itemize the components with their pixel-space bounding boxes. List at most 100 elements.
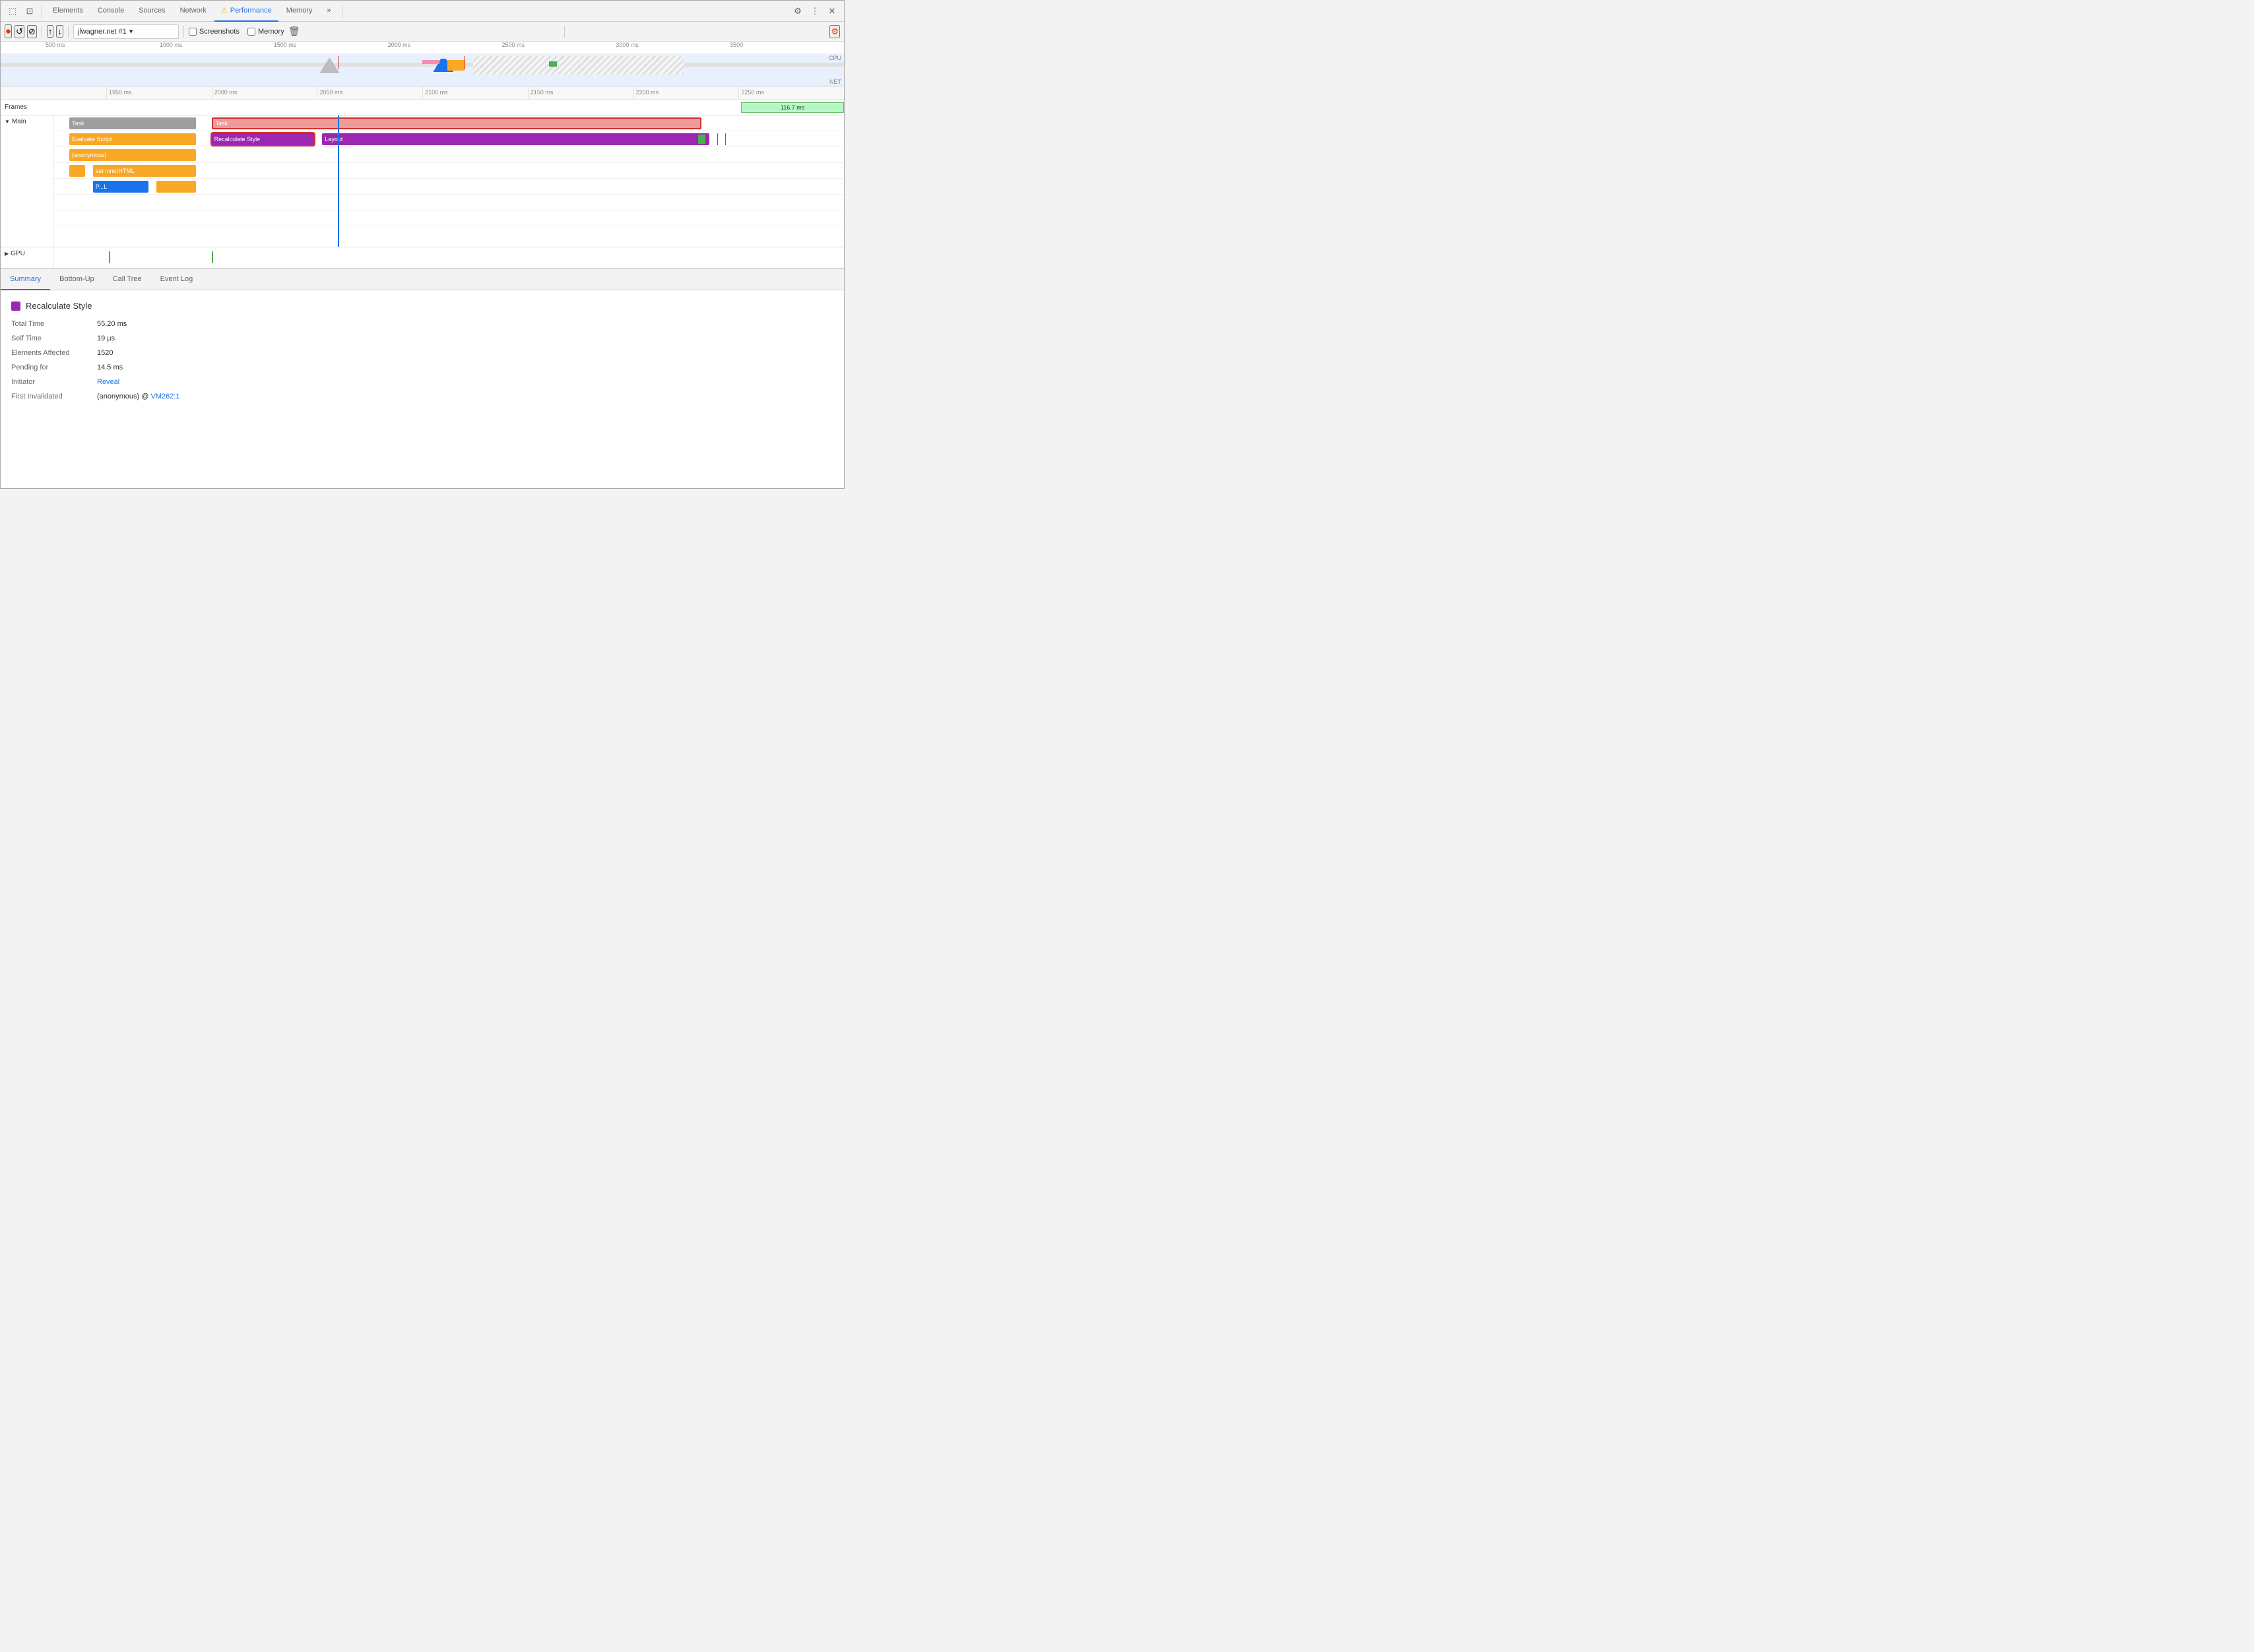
pl-block[interactable]: P...L <box>93 181 148 193</box>
reload-record-button[interactable]: ↺ <box>15 25 24 38</box>
ruler-tick-4: 2500 ms <box>501 42 616 48</box>
evaluate-script-block[interactable]: Evaluate Script <box>69 133 196 145</box>
anonymous-block[interactable]: (anonymous) <box>69 149 196 161</box>
gpu-label[interactable]: ▶ GPU <box>1 247 53 257</box>
devtools-navbar: ⬚ ⊡ Elements Console Sources Network ⚠ P… <box>1 1 844 22</box>
toolbar-sep-4 <box>564 26 565 38</box>
initiator-reveal-link[interactable]: Reveal <box>97 378 119 386</box>
gpu-tracks <box>53 247 844 268</box>
reload-icon: ↺ <box>16 26 23 36</box>
layout-block[interactable]: Layout <box>322 133 709 145</box>
section-tracks: Task Task Evaluate Script Recalculate St… <box>53 115 844 247</box>
settings-button[interactable]: ⚙ <box>790 3 806 19</box>
track-row-3: set innerHTML <box>53 163 844 179</box>
elements-affected-row: Elements Affected 1520 <box>11 349 833 357</box>
task-block-1[interactable]: Task <box>69 117 196 129</box>
ruler-label-4: 2150 ms <box>528 86 633 99</box>
tab-network[interactable]: Network <box>174 1 213 22</box>
screenshots-label: Screenshots <box>199 28 240 36</box>
frame-block[interactable]: 116.7 ms <box>741 102 844 113</box>
tab-elements[interactable]: Elements <box>46 1 90 22</box>
frames-label: Frames <box>1 104 53 111</box>
small-yellow-block[interactable] <box>69 165 85 177</box>
delete-recording-button[interactable]: 🗑 <box>287 24 302 39</box>
ruler-label-3: 2100 ms <box>422 86 528 99</box>
collapse-icon: ▼ <box>5 119 10 125</box>
tab-performance-label: Performance <box>230 7 272 15</box>
target-url: jlwagner.net #1 <box>78 28 127 36</box>
ruler-tick-0: 500 ms <box>46 42 160 48</box>
target-selector[interactable]: jlwagner.net #1 ▾ <box>73 24 179 39</box>
first-invalidated-val: (anonymous) @ VM262:1 <box>97 393 180 400</box>
tab-sources[interactable]: Sources <box>132 1 172 22</box>
tab-event-log[interactable]: Event Log <box>151 269 203 290</box>
gpu-expand-icon: ▶ <box>5 251 9 257</box>
gpu-label-text: GPU <box>11 250 25 257</box>
overview-content[interactable]: CPU NET <box>1 53 844 86</box>
memory-checkbox[interactable] <box>247 28 255 36</box>
record-button[interactable]: ⏺ <box>5 24 12 38</box>
self-time-row: Self Time 19 μs <box>11 334 833 342</box>
close-button[interactable]: ✕ <box>824 3 840 19</box>
tab-bottom-up[interactable]: Bottom-Up <box>50 269 104 290</box>
initiator-key: Initiator <box>11 378 97 386</box>
self-time-key: Self Time <box>11 334 97 342</box>
initiator-row: Initiator Reveal <box>11 378 833 386</box>
ruler-tick-1: 1000 ms <box>160 42 274 48</box>
detail-timeline: 1950 ms 2000 ms 2050 ms 2100 ms 2150 ms … <box>1 86 844 269</box>
screenshots-checkbox[interactable] <box>189 28 197 36</box>
cpu-region-hatched <box>473 56 684 75</box>
overview-ruler: 500 ms 1000 ms 1500 ms 2000 ms 2500 ms 3… <box>1 42 844 53</box>
settings-icon: ⚙ <box>794 6 802 16</box>
cpu-bar <box>1 56 844 75</box>
download-icon: ↓ <box>57 26 62 36</box>
layout-line-1 <box>717 133 718 145</box>
dropdown-arrow-icon: ▾ <box>129 27 133 36</box>
layout-green-block <box>698 135 706 144</box>
first-invalidated-key: First Invalidated <box>11 393 97 400</box>
track-row-5 <box>53 195 844 210</box>
main-label-text: Main <box>12 118 26 125</box>
timeline-ruler: 1950 ms 2000 ms 2050 ms 2100 ms 2150 ms … <box>1 86 844 100</box>
gpu-section: ▶ GPU <box>1 247 844 269</box>
inspect-icon[interactable]: ⊡ <box>22 3 38 19</box>
recalculate-style-block[interactable]: Recalculate Style <box>212 133 315 145</box>
vm-link[interactable]: VM262:1 <box>150 393 179 400</box>
tab-summary[interactable]: Summary <box>1 269 50 290</box>
pending-for-val: 14.5 ms <box>97 364 123 371</box>
anonymous-label: (anonymous) <box>72 152 107 158</box>
ruler-label-5: 2200 ms <box>633 86 739 99</box>
capture-settings-button[interactable]: ⚙ <box>829 25 840 38</box>
download-button[interactable]: ↓ <box>56 25 63 38</box>
upload-button[interactable]: ↑ <box>47 25 54 38</box>
pending-for-row: Pending for 14.5 ms <box>11 364 833 371</box>
task-block-2[interactable]: Task <box>212 117 702 129</box>
tab-memory-label: Memory <box>286 7 313 15</box>
cursor-icon[interactable]: ⬚ <box>5 3 20 19</box>
toolbar-sep-3 <box>183 26 184 38</box>
tab-memory[interactable]: Memory <box>280 1 319 22</box>
tab-performance[interactable]: ⚠ Performance <box>214 1 278 22</box>
set-inner-html-block[interactable]: set innerHTML <box>93 165 196 177</box>
screenshots-checkbox-label[interactable]: Screenshots <box>189 28 240 36</box>
ruler-offset <box>1 86 53 99</box>
gpu-label-col: ▶ GPU <box>1 247 53 268</box>
more-options-button[interactable]: ⋮ <box>807 3 823 19</box>
overview-ruler-ticks: 500 ms 1000 ms 1500 ms 2000 ms 2500 ms 3… <box>1 42 844 48</box>
frames-content: 116.7 ms <box>53 100 844 115</box>
memory-checkbox-label[interactable]: Memory <box>247 28 284 36</box>
small-yellow-2[interactable] <box>156 181 196 193</box>
tab-elements-label: Elements <box>53 7 83 15</box>
tab-console[interactable]: Console <box>91 1 131 22</box>
main-label[interactable]: ▼ Main <box>1 115 53 125</box>
gpu-marker-1 <box>109 251 110 263</box>
clear-button[interactable]: ⊘ <box>27 25 37 38</box>
first-invalidated-text: (anonymous) @ VM262:1 <box>97 393 180 400</box>
track-row-4: P...L <box>53 179 844 195</box>
tab-call-tree[interactable]: Call Tree <box>104 269 151 290</box>
performance-toolbar: ⏺ ↺ ⊘ ↑ ↓ jlwagner.net #1 ▾ Screenshots … <box>1 22 844 42</box>
set-inner-html-label: set innerHTML <box>96 168 135 174</box>
tab-more[interactable]: » <box>321 1 338 22</box>
elements-affected-val: 1520 <box>97 349 113 357</box>
more-tabs-icon: » <box>327 7 331 15</box>
